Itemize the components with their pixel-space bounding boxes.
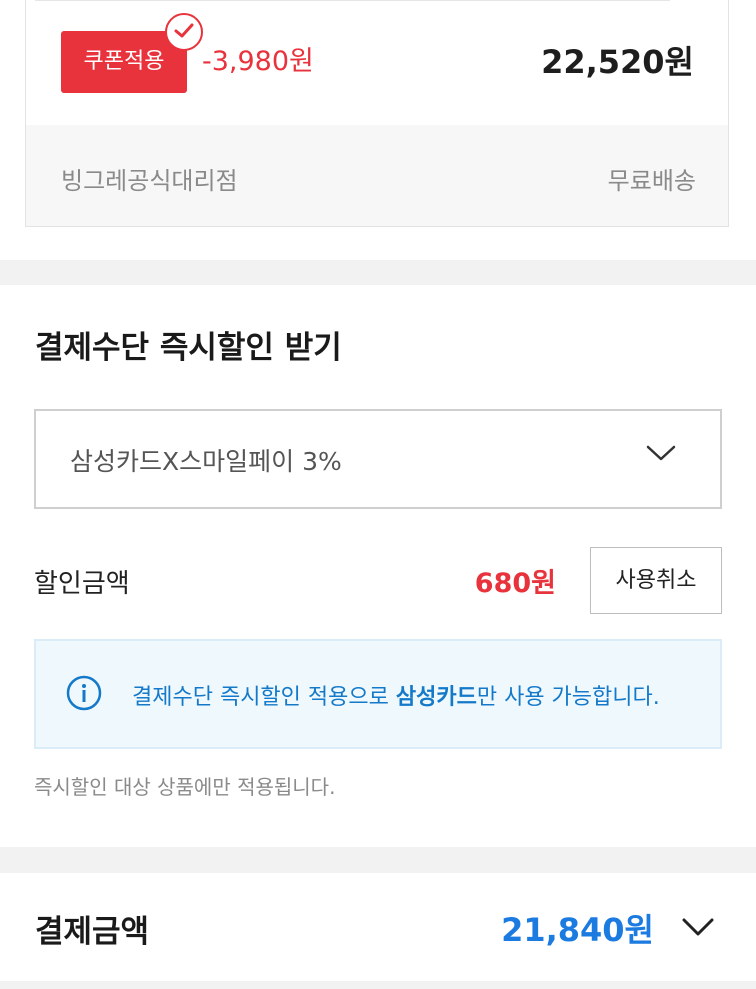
- info-notice-text: 결제수단 즉시할인 적용으로 삼성카드만 사용 가능합니다.: [132, 679, 660, 711]
- item-price: 22,520원: [541, 43, 694, 81]
- section-title: 결제수단 즉시할인 받기: [35, 330, 342, 366]
- selected-card-value: 삼성카드X스마일페이 3%: [70, 447, 342, 476]
- chevron-down-icon[interactable]: [682, 917, 714, 937]
- seller-name: 빙그레공식대리점: [61, 167, 238, 195]
- total-payment-label: 결제금액: [35, 914, 150, 950]
- total-payment-section[interactable]: 결제금액 21,840원: [0, 873, 756, 981]
- seller-shipping-row: 빙그레공식대리점 무료배송: [26, 125, 728, 226]
- order-item-section: 쿠폰적용 -3,980원 22,520원 빙그레공식대리점 무료배송: [0, 0, 756, 260]
- chevron-down-icon: [646, 445, 676, 461]
- info-icon: [66, 675, 102, 711]
- payment-discount-section: 결제수단 즉시할인 받기 삼성카드X스마일페이 3% 할인금액 680원 사용취…: [0, 285, 756, 847]
- discount-amount-label: 할인금액: [34, 569, 130, 599]
- coupon-discount-amount: -3,980원: [202, 46, 314, 77]
- discount-note: 즉시할인 대상 상품에만 적용됩니다.: [34, 775, 336, 799]
- cancel-discount-button[interactable]: 사용취소: [590, 547, 722, 614]
- info-text-suffix: 만 사용 가능합니다.: [476, 685, 660, 710]
- discount-amount-value: 680원: [474, 568, 556, 599]
- shipping-info: 무료배송: [607, 167, 696, 195]
- info-text-emphasis: 삼성카드: [395, 685, 477, 710]
- check-icon: [165, 13, 203, 51]
- card-discount-select[interactable]: 삼성카드X스마일페이 3%: [34, 409, 722, 509]
- total-payment-amount: 21,840원: [501, 911, 654, 949]
- info-text-prefix: 결제수단 즉시할인 적용으로: [132, 685, 396, 710]
- info-notice-box: 결제수단 즉시할인 적용으로 삼성카드만 사용 가능합니다.: [34, 639, 722, 749]
- divider: [35, 0, 670, 1]
